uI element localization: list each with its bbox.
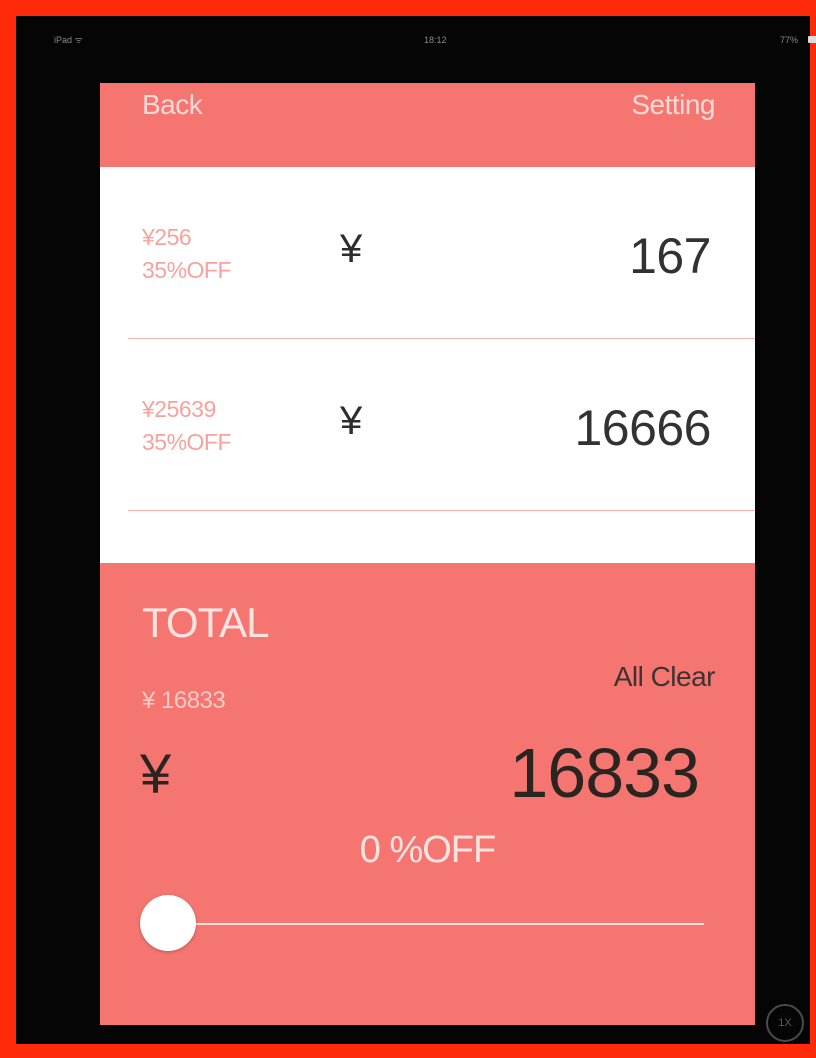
item-currency-symbol: ¥ [340, 399, 363, 443]
carrier-label: iPad ᯤ [54, 35, 83, 45]
slider-track [160, 923, 704, 925]
total-amount: 16833 [509, 734, 700, 812]
item-amount: 167 [629, 228, 711, 284]
list-item[interactable]: ¥25639 35%OFF ¥ 16666 [100, 339, 755, 511]
total-title: TOTAL [142, 599, 269, 646]
battery-percent: 77% [779, 35, 798, 45]
status-bar: iPad ᯤ 18:12 77% [32, 32, 816, 48]
item-original-price: ¥256 [142, 224, 192, 250]
total-panel: TOTAL ¥ 16833 All Clear ¥ 16833 0 %OFF [100, 563, 755, 1025]
total-currency-symbol: ¥ [140, 742, 172, 805]
discount-percent-label: 0 %OFF [359, 829, 496, 871]
item-amount: 16666 [574, 400, 711, 456]
item-original-price: ¥25639 [142, 396, 216, 422]
discount-slider[interactable] [140, 893, 706, 953]
status-time: 18:12 [424, 35, 447, 45]
item-discount: 35%OFF [142, 257, 232, 284]
item-original-info: ¥256 35%OFF [142, 221, 232, 288]
zoom-badge[interactable]: 1X [766, 1004, 804, 1042]
back-button[interactable]: Back [142, 89, 203, 121]
item-currency-symbol: ¥ [340, 227, 363, 271]
navigation-bar: Back Setting [100, 83, 755, 167]
row-divider [128, 510, 755, 511]
item-discount: 35%OFF [142, 429, 232, 456]
total-subtotal: ¥ 16833 [142, 687, 226, 714]
battery-icon [808, 36, 816, 43]
app-screen: Back Setting ¥256 35%OFF ¥ 167 ¥25639 35… [100, 83, 755, 1025]
item-original-info: ¥25639 35%OFF [142, 393, 232, 460]
slider-thumb[interactable] [140, 895, 196, 951]
price-list: ¥256 35%OFF ¥ 167 ¥25639 35%OFF ¥ 16666 [100, 167, 755, 563]
list-item[interactable]: ¥256 35%OFF ¥ 167 [100, 167, 755, 339]
all-clear-button[interactable]: All Clear [614, 661, 716, 693]
setting-button[interactable]: Setting [631, 89, 715, 121]
